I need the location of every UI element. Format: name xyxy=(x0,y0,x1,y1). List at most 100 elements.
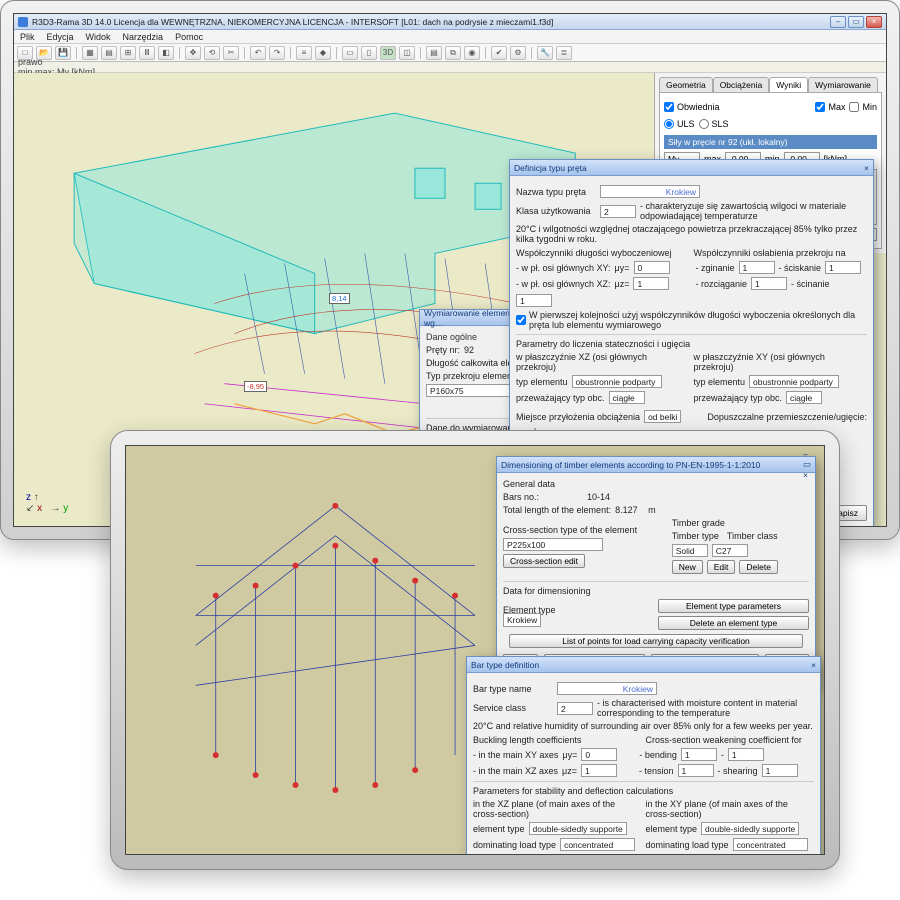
axis-gizmo: z ↑ ↙ x → y xyxy=(26,492,68,514)
def-name-field[interactable]: Krokiew xyxy=(600,185,700,198)
tool-settings-icon[interactable]: ⚙ xyxy=(510,46,526,60)
tool-redo-icon[interactable]: ↷ xyxy=(269,46,285,60)
tool-mesh-icon[interactable]: ⊞ xyxy=(120,46,136,60)
menu-edycja[interactable]: Edycja xyxy=(47,32,74,42)
def-plxy-load[interactable]: ciągłe xyxy=(786,391,822,404)
minimize-button[interactable]: – xyxy=(830,16,846,28)
chk-min[interactable]: Min xyxy=(849,102,877,112)
def-loadloc-select[interactable]: od belki xyxy=(644,410,681,423)
tab-obciazenia[interactable]: Obciążenia xyxy=(713,77,770,92)
dim-bars-val: 10-14 xyxy=(587,492,610,502)
maximize-button[interactable]: ▭ xyxy=(848,16,864,28)
bar-plxy-dload[interactable]: concentrated xyxy=(733,838,808,851)
forces-header: Siły w pręcie nr 92 (ukł. lokalny) xyxy=(664,135,877,149)
app-window-bottom: Dimensioning of timber elements accordin… xyxy=(125,445,825,855)
dim-max-btn[interactable]: ▭ xyxy=(803,459,811,470)
status-hint: prawo min max: My [kNm] xyxy=(14,62,886,73)
bar-bend2-field[interactable]: 1 xyxy=(728,748,764,761)
menu-narzedzia[interactable]: Narzędzia xyxy=(123,32,164,42)
def-muz-field[interactable]: 1 xyxy=(633,277,669,290)
tab-geometria[interactable]: Geometria xyxy=(659,77,713,92)
menu-pomoc[interactable]: Pomoc xyxy=(175,32,203,42)
close-button[interactable]: × xyxy=(866,16,882,28)
def-bend-field[interactable]: 1 xyxy=(739,261,775,274)
titlebar: R3D3-Rama 3D 14.0 Licencja dla WEWNĘTRZN… xyxy=(14,14,886,30)
bar-bend-field[interactable]: 1 xyxy=(681,748,717,761)
tool-check-icon[interactable]: ✔ xyxy=(491,46,507,60)
radio-uls[interactable]: ULS xyxy=(664,119,695,129)
dim-tclass-select[interactable]: C27 xyxy=(712,544,748,557)
dim-title: Dimensioning of timber elements accordin… xyxy=(501,460,760,470)
def-muy-field[interactable]: 0 xyxy=(634,261,670,274)
tool-gem-icon[interactable]: ◆ xyxy=(315,46,331,60)
tool-cut-icon[interactable]: ✂ xyxy=(223,46,239,60)
chk-obwiednia[interactable]: Obwiednia xyxy=(664,102,720,112)
tool-view3-icon[interactable]: 3D xyxy=(380,46,396,60)
def-chk-firstuse[interactable]: W pierwszej kolejności użyj współczynnik… xyxy=(516,310,867,330)
tool-align-icon[interactable]: ≡ xyxy=(296,46,312,60)
tool-view4-icon[interactable]: ◫ xyxy=(399,46,415,60)
bar-svc-select[interactable]: 2 xyxy=(557,702,593,715)
tool-columns-icon[interactable]: Ⅲ xyxy=(139,46,155,60)
dimensioning-dialog: Dimensioning of timber elements accordin… xyxy=(496,456,816,687)
dim-section-field[interactable]: P225x100 xyxy=(503,538,603,551)
bar-tens-field[interactable]: 1 xyxy=(678,764,714,777)
dim-new-btn[interactable]: New xyxy=(672,560,703,574)
tool-view2-icon[interactable]: ▯ xyxy=(361,46,377,60)
tool-eye-icon[interactable]: ◉ xyxy=(464,46,480,60)
dim-etp-btn[interactable]: Element type parameters xyxy=(658,599,809,613)
radio-sls[interactable]: SLS xyxy=(699,119,729,129)
chk-max[interactable]: Max xyxy=(815,102,845,112)
bar-close-btn[interactable]: × xyxy=(811,660,816,670)
bar-muz-field[interactable]: 1 xyxy=(581,764,617,777)
def-comp-field[interactable]: 1 xyxy=(825,261,861,274)
tool-wrench-icon[interactable]: 🔧 xyxy=(537,46,553,60)
menubar: Plik Edycja Widok Narzędzia Pomoc xyxy=(14,30,886,44)
dim-ttype-select[interactable]: Solid xyxy=(672,544,708,557)
bar-name-field[interactable]: Krokiew xyxy=(557,682,657,695)
tool-grid2-icon[interactable]: ▤ xyxy=(101,46,117,60)
tool-view1-icon[interactable]: ▭ xyxy=(342,46,358,60)
def-plxz-eltype[interactable]: obustronnie podparty xyxy=(572,375,662,388)
dim-eltype-select[interactable]: Krokiew xyxy=(503,613,541,627)
tool-layers-icon[interactable]: ⧉ xyxy=(445,46,461,60)
menu-plik[interactable]: Plik xyxy=(20,32,35,42)
dim-del-btn[interactable]: Delete xyxy=(739,560,778,574)
dim-len-val: 8.127 xyxy=(615,505,638,515)
marker-value-pos: 8,14 xyxy=(329,293,350,304)
wym-section-field[interactable]: P160x75 xyxy=(426,384,516,397)
bar-plxy-eltype[interactable]: double-sidedly supporte xyxy=(701,822,799,835)
toolbar: □ 📂 💾 ▦ ▤ ⊞ Ⅲ ◧ ✥ ⟲ ✂ ↶ ↷ ≡ ◆ ▭ ▯ 3D ◫ ▤ xyxy=(14,44,886,62)
marker-value-neg: -8,95 xyxy=(244,381,267,392)
dim-close-btn[interactable]: × xyxy=(803,470,811,480)
dim-det-btn[interactable]: Delete an element type xyxy=(658,616,809,630)
tab-wymiarowanie[interactable]: Wymiarowanie xyxy=(808,77,878,92)
def-plxz-load[interactable]: ciągłe xyxy=(609,391,645,404)
tool-undo-icon[interactable]: ↶ xyxy=(250,46,266,60)
dim-min-btn[interactable]: – xyxy=(803,449,811,459)
def-plxy-eltype[interactable]: obustronnie podparty xyxy=(749,375,839,388)
tool-calc-icon[interactable]: ≣ xyxy=(556,46,572,60)
tool-rotate-icon[interactable]: ⟲ xyxy=(204,46,220,60)
bar-plxz-eltype[interactable]: double-sidedly supporte xyxy=(529,822,627,835)
tool-move-icon[interactable]: ✥ xyxy=(185,46,201,60)
dim-edit-btn[interactable]: Edit xyxy=(707,560,736,574)
bartype-dialog: Bar type definition × Bar type nameKroki… xyxy=(466,656,821,855)
bottom-laptop: Dimensioning of timber elements accordin… xyxy=(110,430,840,870)
tool-doc-icon[interactable]: ▤ xyxy=(426,46,442,60)
bar-title: Bar type definition xyxy=(471,660,539,670)
dim-csedit-btn[interactable]: Cross-section edit xyxy=(503,554,585,568)
menu-widok[interactable]: Widok xyxy=(86,32,111,42)
tab-wyniki[interactable]: Wyniki xyxy=(769,77,808,92)
bar-plxz-dload[interactable]: concentrated xyxy=(560,838,635,851)
wym-prety-val: 92 xyxy=(464,345,474,355)
app-icon xyxy=(18,17,28,27)
bar-shear-field[interactable]: 1 xyxy=(762,764,798,777)
bar-muy-field[interactable]: 0 xyxy=(581,748,617,761)
def-close-btn[interactable]: × xyxy=(864,163,869,173)
tool-3d-icon[interactable]: ◧ xyxy=(158,46,174,60)
def-shear-field[interactable]: 1 xyxy=(516,294,552,307)
def-tens-field[interactable]: 1 xyxy=(751,277,787,290)
def-class-select[interactable]: 2 xyxy=(600,205,636,218)
dim-list-btn[interactable]: List of points for load carrying capacit… xyxy=(509,634,803,648)
